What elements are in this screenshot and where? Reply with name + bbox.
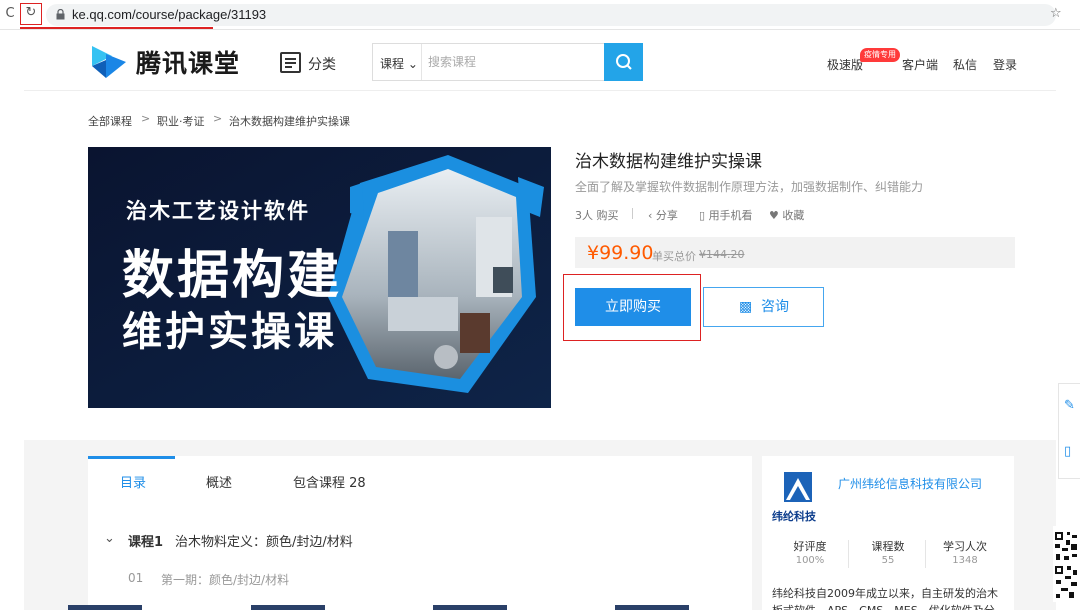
speed-version-link[interactable]: 极速版 <box>827 56 863 73</box>
lesson-title[interactable]: 第一期：颜色/封边/材料 <box>161 571 289 588</box>
favorite-link[interactable]: ♥ 收藏 <box>769 207 804 223</box>
tab-included-courses[interactable]: 包含课程 28 <box>293 472 366 491</box>
course-title: 治木数据构建维护实操课 <box>575 152 762 172</box>
cover-title-line2: 数据构建 <box>122 246 343 306</box>
bottom-thumbnail <box>251 605 325 610</box>
search-input[interactable] <box>428 49 598 75</box>
tencent-classroom-logo-icon[interactable] <box>88 42 130 82</box>
qr-code-icon[interactable] <box>1053 526 1080 602</box>
heart-icon: ♥ <box>769 209 779 222</box>
stat-rating-value: 100% <box>795 555 825 566</box>
course-cover-image[interactable]: 治木工艺设计软件 数据构建 维护实操课 <box>88 147 551 408</box>
category-menu-label[interactable]: 分类 <box>308 54 336 74</box>
breadcrumb-all-courses[interactable]: 全部课程 <box>88 113 132 129</box>
stat-learners-label: 学习人次 <box>943 540 987 553</box>
consult-label: 咨询 <box>761 299 789 315</box>
organization-description: 纬纶科技自2009年成立以来，自主研发的治木板式软件、APS、CMS、MES，优… <box>772 587 998 610</box>
chat-icon: ▩ <box>739 299 753 315</box>
course-section-title[interactable]: 治木物料定义：颜色/封边/材料 <box>175 531 353 550</box>
breadcrumb-category[interactable]: 职业·考证 <box>157 113 205 129</box>
search-divider <box>421 44 422 80</box>
stat-learners-value: 1348 <box>952 555 978 566</box>
chevron-down-icon[interactable]: ⌄ <box>104 531 115 546</box>
bottom-thumbnail <box>615 605 689 610</box>
current-price: ¥99.90 <box>587 242 654 264</box>
logo-text[interactable]: 腾讯课堂 <box>136 44 240 80</box>
buyer-count: 3人 购买 <box>575 209 619 222</box>
tab-catalog[interactable]: 目录 <box>120 472 146 491</box>
stat-rating-label: 好评度 <box>793 540 827 553</box>
page: C ↻ ke.qq.com/course/package/31193 ☆ 腾讯课… <box>0 0 1080 610</box>
share-link[interactable]: ‹ 分享 <box>648 207 678 223</box>
bottom-thumbnail <box>68 605 142 610</box>
phone-icon: ▯ <box>699 209 706 222</box>
stat-courses-label: 课程数 <box>871 540 905 553</box>
tab-overview[interactable]: 概述 <box>206 472 232 491</box>
mobile-view-link[interactable]: ▯ 用手机看 <box>699 207 753 223</box>
course-section-label[interactable]: 课程1 <box>128 531 163 550</box>
organization-logo-text: 纬纶科技 <box>772 510 816 523</box>
organization-name[interactable]: 广州纬纶信息科技有限公司 <box>838 475 982 492</box>
stat-courses-value: 55 <box>881 555 895 566</box>
lesson-index: 01 <box>128 571 144 585</box>
meta-divider <box>632 208 633 219</box>
share-icon: ‹ <box>648 209 653 222</box>
cover-title-line1: 治木工艺设计软件 <box>126 199 310 223</box>
breadcrumb-chevron-icon: > <box>141 112 151 125</box>
buy-now-button[interactable]: 立即购买 <box>575 288 691 326</box>
stat-divider <box>848 540 849 568</box>
bottom-thumbnail <box>433 605 507 610</box>
reload-icon[interactable]: ↻ <box>23 5 39 21</box>
price-label: 单买总价 <box>652 250 696 263</box>
search-icon <box>616 54 632 70</box>
course-subtitle: 全面了解及掌握软件数据制作原理方法，加强数据制作、纠错能力 <box>575 180 924 194</box>
side-toolbar[interactable]: ✎ ▯ <box>1058 383 1080 479</box>
cover-title-line3: 维护实操课 <box>122 309 337 355</box>
header-divider <box>24 90 1056 91</box>
epidemic-badge: 疫情专用 <box>860 48 900 62</box>
breadcrumb-chevron-icon: > <box>213 112 223 125</box>
back-icon[interactable]: C <box>2 6 18 22</box>
client-download-link[interactable]: 客户端 <box>902 56 938 73</box>
search-type-select[interactable]: 课程 ⌄ <box>380 55 418 72</box>
url-highlight-line <box>20 27 213 29</box>
search-button[interactable] <box>604 43 643 81</box>
bookmark-star-icon[interactable]: ☆ <box>1050 6 1062 21</box>
edit-icon[interactable]: ✎ <box>1064 398 1075 413</box>
consult-button[interactable]: ▩ 咨询 <box>703 287 824 327</box>
login-link[interactable]: 登录 <box>993 56 1017 73</box>
phone-icon[interactable]: ▯ <box>1064 444 1071 459</box>
url-text[interactable]: ke.qq.com/course/package/31193 <box>72 7 266 22</box>
breadcrumb-current: 治木数据构建维护实操课 <box>229 115 350 128</box>
original-price: ¥144.20 <box>699 248 745 261</box>
active-tab-indicator <box>88 456 175 459</box>
stat-divider <box>925 540 926 568</box>
category-menu-icon[interactable] <box>280 52 301 73</box>
messages-link[interactable]: 私信 <box>953 56 977 73</box>
lock-icon <box>56 9 65 20</box>
